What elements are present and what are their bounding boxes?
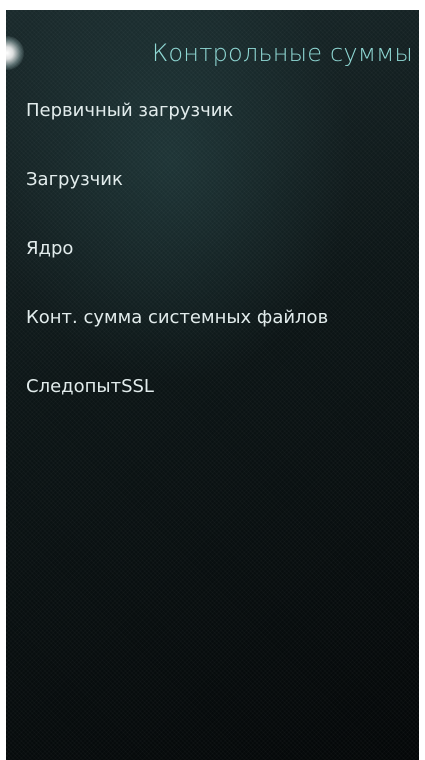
menu-item-bootloader[interactable]: Загрузчик <box>6 145 419 214</box>
menu-item-ssl-tracker[interactable]: СледопытSSL <box>6 352 419 421</box>
page-title: Контрольные суммы <box>152 39 413 67</box>
menu-item-primary-bootloader[interactable]: Первичный загрузчик <box>6 76 419 145</box>
menu-item-kernel[interactable]: Ядро <box>6 214 419 283</box>
menu-item-system-files-checksum[interactable]: Конт. сумма системных файлов <box>6 283 419 352</box>
app-screen: Контрольные суммы Первичный загрузчик За… <box>6 10 419 760</box>
checksum-menu-list: Первичный загрузчик Загрузчик Ядро Конт.… <box>6 76 419 421</box>
pulley-menu-indicator[interactable] <box>6 36 24 70</box>
